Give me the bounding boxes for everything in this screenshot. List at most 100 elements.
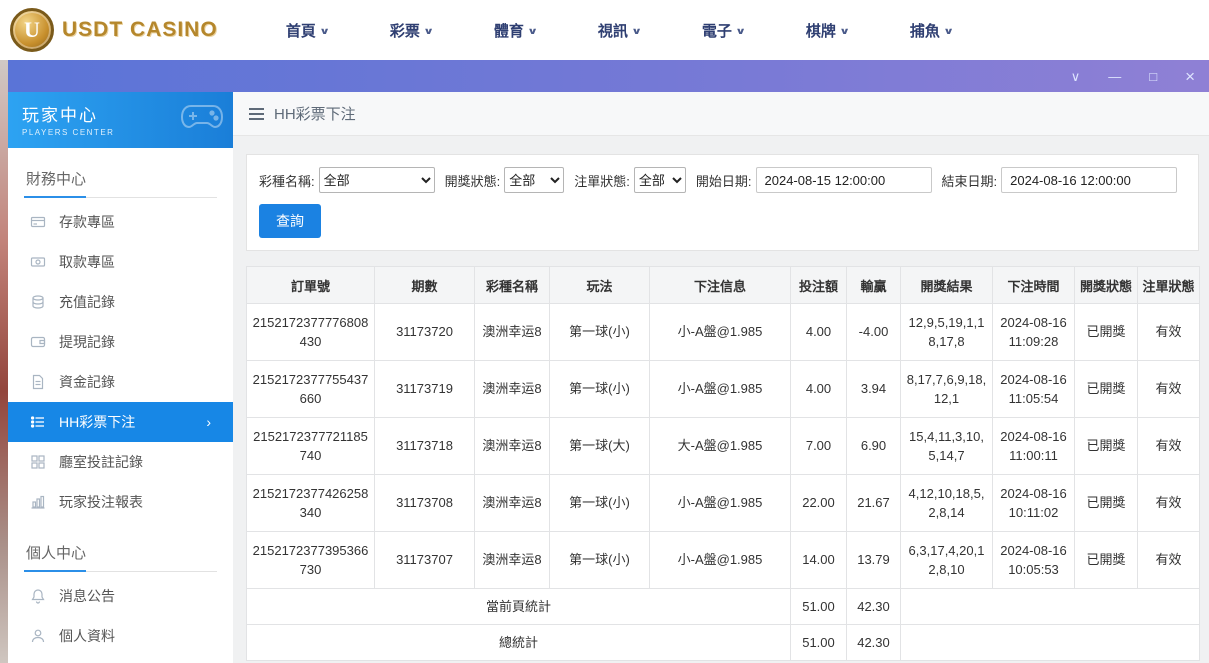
table-cell: 已開獎 — [1075, 418, 1138, 475]
table-cell: 31173720 — [375, 304, 475, 361]
search-button[interactable]: 查詢 — [259, 204, 321, 238]
table-cell: 14.00 — [791, 532, 847, 589]
sidebar-item-label: 消息公告 — [59, 586, 115, 606]
recharge-record-icon — [30, 294, 46, 310]
table-cell: 21.67 — [847, 475, 901, 532]
table-row: 215217237739536673031173707澳洲幸运8第一球(小)小-… — [247, 532, 1200, 589]
close-icon[interactable]: × — [1185, 68, 1195, 85]
sidebar-item-funds-record[interactable]: 資金記錄 — [8, 362, 233, 402]
nav-item-0[interactable]: 首頁∨ — [255, 0, 359, 60]
column-header: 開獎結果 — [901, 267, 993, 304]
section-header: 財務中心 — [24, 156, 217, 198]
start-date-label: 開始日期: — [696, 171, 752, 190]
bets-table: 訂單號期數彩種名稱玩法下注信息投注額輸贏開獎結果下注時間開獎狀態注單狀態 215… — [246, 266, 1200, 661]
sidebar-item-recharge-record[interactable]: 充值記錄 — [8, 282, 233, 322]
table-cell: 2024-08-16 11:05:54 — [993, 361, 1075, 418]
table-cell: 澳洲幸运8 — [475, 361, 550, 418]
summary-row: 總統計51.0042.30 — [247, 625, 1200, 661]
nav-item-3[interactable]: 視訊∨ — [567, 0, 671, 60]
page-title: HH彩票下注 — [274, 103, 356, 124]
sidebar-item-room-bet-record[interactable]: 廳室投註記錄 — [8, 442, 233, 482]
site-logo[interactable]: U USDT CASINO — [0, 8, 235, 52]
table-cell: 有效 — [1138, 304, 1200, 361]
gamepad-icon — [179, 98, 225, 137]
summary-empty — [901, 625, 1200, 661]
summary-row: 當前頁統計51.0042.30 — [247, 589, 1200, 625]
nav-item-1[interactable]: 彩票∨ — [359, 0, 463, 60]
column-header: 注單狀態 — [1138, 267, 1200, 304]
order-status-select[interactable]: 全部 — [634, 167, 686, 193]
site-header: U USDT CASINO 首頁∨彩票∨體育∨視訊∨電子∨棋牌∨捕魚∨ — [0, 0, 1209, 60]
filter-panel: 彩種名稱: 全部 開獎狀態: 全部 注單狀態: 全部 — [246, 154, 1199, 251]
table-cell: 2024-08-16 11:09:28 — [993, 304, 1075, 361]
table-cell: 2024-08-16 11:00:11 — [993, 418, 1075, 475]
table-body: 215217237777680843031173720澳洲幸运8第一球(小)小-… — [247, 304, 1200, 661]
nav-item-label: 彩票 — [390, 20, 420, 41]
minimize-icon[interactable]: — — [1108, 70, 1121, 83]
window-titlebar: ∨ — □ × — [8, 60, 1209, 92]
table-cell: 22.00 — [791, 475, 847, 532]
table-cell: 澳洲幸运8 — [475, 475, 550, 532]
table-row: 215217237775543766031173719澳洲幸运8第一球(小)小-… — [247, 361, 1200, 418]
logo-text: USDT CASINO — [62, 18, 218, 42]
table-cell: 8,17,7,6,9,18,12,1 — [901, 361, 993, 418]
profile-icon — [30, 628, 46, 644]
nav-item-label: 視訊 — [598, 20, 628, 41]
table-cell: 澳洲幸运8 — [475, 304, 550, 361]
nav-item-5[interactable]: 棋牌∨ — [775, 0, 879, 60]
lottery-select[interactable]: 全部 — [319, 167, 435, 193]
sidebar-item-player-report[interactable]: 玩家投注報表 — [8, 482, 233, 522]
sidebar-item-profile[interactable]: 個人資料 — [8, 616, 233, 656]
sidebar-item-label: 玩家投注報表 — [59, 492, 143, 512]
column-header: 下注信息 — [650, 267, 791, 304]
draw-status-select[interactable]: 全部 — [504, 167, 564, 193]
nav-item-2[interactable]: 體育∨ — [463, 0, 567, 60]
sidebar-item-label: 存款專區 — [59, 212, 115, 232]
order-status-label: 注單狀態: — [574, 171, 630, 190]
start-date-input[interactable] — [756, 167, 932, 193]
lottery-bet-icon — [30, 414, 46, 430]
end-date-input[interactable] — [1001, 167, 1177, 193]
app-window: ∨ — □ × 玩家中心 PLAYERS CENTER 財務中心 — [8, 60, 1209, 663]
table-cell: 第一球(小) — [550, 475, 650, 532]
table-cell: 小-A盤@1.985 — [650, 304, 791, 361]
sidebar-item-deposit[interactable]: 存款專區 — [8, 202, 233, 242]
column-header: 期數 — [375, 267, 475, 304]
sidebar-item-withdraw-record[interactable]: 提現記錄 — [8, 322, 233, 362]
chevron-down-icon: ∨ — [735, 26, 746, 37]
sidebar-item-hh-lottery-bet[interactable]: HH彩票下注› — [8, 402, 233, 442]
nav-item-label: 首頁 — [286, 20, 316, 41]
table-cell: 第一球(小) — [550, 532, 650, 589]
hamburger-icon[interactable] — [249, 108, 264, 120]
chevron-down-icon: ∨ — [631, 26, 642, 37]
table-cell: 有效 — [1138, 418, 1200, 475]
table-cell: 大-A盤@1.985 — [650, 418, 791, 475]
table-cell: 2152172377721185740 — [247, 418, 375, 475]
table-cell: 13.79 — [847, 532, 901, 589]
sidebar-item-notice[interactable]: 消息公告 — [8, 576, 233, 616]
table-cell: 12,9,5,19,1,18,17,8 — [901, 304, 993, 361]
table-cell: 4.00 — [791, 361, 847, 418]
withdraw-record-icon — [30, 334, 46, 350]
sidebar-item-withdraw[interactable]: 取款專區 — [8, 242, 233, 282]
table-cell: 31173719 — [375, 361, 475, 418]
summary-label: 當前頁統計 — [247, 589, 791, 625]
deposit-icon — [30, 214, 46, 230]
table-cell: 2152172377776808430 — [247, 304, 375, 361]
sidebar-item-label: 提現記錄 — [59, 332, 115, 352]
draw-status-label: 開獎狀態: — [445, 171, 501, 190]
table-cell: 小-A盤@1.985 — [650, 475, 791, 532]
column-header: 訂單號 — [247, 267, 375, 304]
table-cell: 已開獎 — [1075, 532, 1138, 589]
chevron-down-icon: ∨ — [839, 26, 850, 37]
nav-item-6[interactable]: 捕魚∨ — [879, 0, 983, 60]
maximize-icon[interactable]: □ — [1149, 70, 1157, 83]
collapse-icon[interactable]: ∨ — [1071, 70, 1081, 83]
nav-item-4[interactable]: 電子∨ — [671, 0, 775, 60]
table-cell: 第一球(小) — [550, 304, 650, 361]
desktop-background: ∨ — □ × 玩家中心 PLAYERS CENTER 財務中心 — [0, 60, 1209, 663]
nav-item-label: 電子 — [702, 20, 732, 41]
table-cell: 15,4,11,3,10,5,14,7 — [901, 418, 993, 475]
table-cell: 3.94 — [847, 361, 901, 418]
main-nav: 首頁∨彩票∨體育∨視訊∨電子∨棋牌∨捕魚∨ — [255, 0, 983, 60]
